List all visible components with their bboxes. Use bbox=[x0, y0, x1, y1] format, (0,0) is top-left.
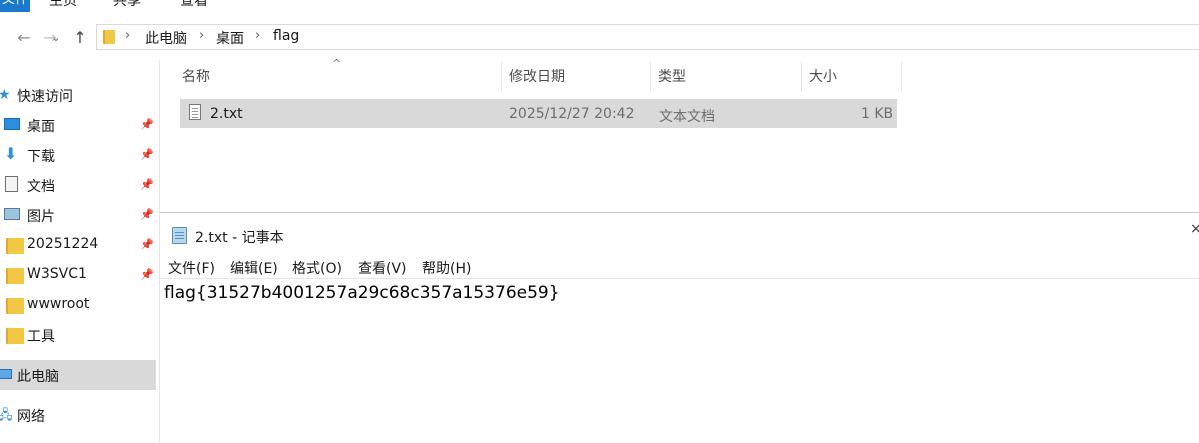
column-divider[interactable] bbox=[650, 62, 651, 92]
recent-dropdown-icon[interactable]: ⌄ bbox=[46, 26, 66, 48]
folder-icon bbox=[6, 268, 24, 284]
menu-file[interactable]: 文件(F) bbox=[168, 258, 215, 278]
notepad-text-area[interactable]: flag{31527b4001257a29c68c357a15376e59} bbox=[160, 278, 1199, 443]
column-divider[interactable] bbox=[501, 62, 502, 92]
sidebar-label: 图片 bbox=[27, 209, 55, 225]
column-divider[interactable] bbox=[901, 62, 902, 92]
pin-icon[interactable]: 📌 bbox=[140, 118, 154, 131]
sidebar-label: 网络 bbox=[17, 409, 45, 425]
pin-icon[interactable]: 📌 bbox=[140, 208, 154, 221]
file-type: 文本文档 bbox=[659, 109, 715, 125]
sort-ascending-icon: ^ bbox=[332, 57, 342, 70]
download-icon: ⬇ bbox=[4, 144, 18, 163]
sidebar-item-pictures[interactable]: 图片 📌 bbox=[0, 201, 156, 229]
sidebar-item-downloads[interactable]: ⬇ 下载 📌 bbox=[0, 141, 156, 169]
chevron-right-icon[interactable]: › bbox=[199, 28, 204, 43]
sidebar-item-documents[interactable]: 文档 📌 bbox=[0, 171, 156, 199]
sidebar-label: 下载 bbox=[27, 149, 55, 165]
menu-edit[interactable]: 编辑(E) bbox=[230, 258, 278, 278]
sidebar-item-20251224[interactable]: 20251224 📌 bbox=[0, 231, 156, 259]
close-icon[interactable]: × bbox=[1190, 221, 1199, 237]
text-file-icon bbox=[189, 104, 201, 120]
sidebar-item-this-pc[interactable]: 此电脑 bbox=[0, 360, 156, 390]
breadcrumb-desktop[interactable]: 桌面 bbox=[216, 28, 244, 48]
notepad-icon bbox=[172, 227, 187, 244]
document-icon bbox=[5, 176, 18, 192]
notepad-window-title: 2.txt - 记事本 bbox=[195, 230, 284, 246]
sidebar-item-desktop[interactable]: 桌面 📌 bbox=[0, 111, 156, 139]
up-arrow-icon[interactable]: ↑ bbox=[70, 26, 90, 48]
file-modified: 2025/12/27 20:42 bbox=[509, 106, 635, 122]
sidebar-label: 快速访问 bbox=[17, 89, 73, 105]
file-name[interactable]: 2.txt bbox=[210, 106, 243, 122]
column-header-modified[interactable]: 修改日期 bbox=[509, 62, 565, 92]
menu-view[interactable]: 查看(V) bbox=[358, 258, 407, 278]
folder-icon bbox=[6, 238, 24, 254]
notepad-menu-bar: 文件(F) 编辑(E) 格式(O) 查看(V) 帮助(H) bbox=[160, 256, 1199, 278]
sidebar-item-wwwroot[interactable]: wwwroot bbox=[0, 291, 156, 319]
pin-icon[interactable]: 📌 bbox=[140, 268, 154, 281]
folder-icon bbox=[6, 298, 24, 314]
sidebar-label: wwwroot bbox=[27, 296, 90, 312]
sidebar-label: 工具 bbox=[27, 329, 55, 345]
back-arrow-icon[interactable]: ← bbox=[14, 26, 34, 48]
sidebar-label: 文档 bbox=[27, 179, 55, 195]
sidebar-item-tools[interactable]: 工具 bbox=[0, 321, 156, 349]
column-header-size[interactable]: 大小 bbox=[809, 62, 837, 92]
menu-help[interactable]: 帮助(H) bbox=[422, 258, 471, 278]
breadcrumb-this-pc[interactable]: 此电脑 bbox=[145, 28, 187, 48]
file-size: 1 KB bbox=[861, 106, 894, 122]
ribbon-tab-home[interactable]: 主页 bbox=[49, 0, 77, 10]
ribbon: 文件 主页 共享 查看 bbox=[0, 0, 1199, 12]
sidebar-quick-access[interactable]: ★ 快速访问 bbox=[0, 81, 156, 109]
pin-icon[interactable]: 📌 bbox=[140, 238, 154, 251]
notepad-title-bar[interactable]: 2.txt - 记事本 × bbox=[160, 212, 1199, 257]
sidebar-item-network[interactable]: 🖧 网络 bbox=[0, 401, 156, 429]
pin-icon[interactable]: 📌 bbox=[140, 148, 154, 161]
notepad-content[interactable]: flag{31527b4001257a29c68c357a15376e59} bbox=[164, 283, 560, 303]
picture-icon bbox=[4, 208, 20, 220]
sidebar-label: 此电脑 bbox=[17, 369, 59, 385]
menu-format[interactable]: 格式(O) bbox=[292, 258, 342, 278]
desktop-icon bbox=[4, 118, 20, 130]
pin-icon[interactable]: 📌 bbox=[140, 178, 154, 191]
address-bar[interactable]: › 此电脑 › 桌面 › flag bbox=[96, 24, 1199, 50]
ribbon-tab-share[interactable]: 共享 bbox=[113, 0, 141, 10]
navigation-pane: ★ 快速访问 桌面 📌 ⬇ 下载 📌 文档 📌 图片 📌 20251224 📌 … bbox=[0, 60, 160, 443]
column-divider[interactable] bbox=[801, 62, 802, 92]
computer-icon bbox=[0, 369, 12, 379]
folder-icon bbox=[6, 328, 24, 344]
chevron-right-icon[interactable]: › bbox=[125, 28, 130, 43]
breadcrumb-flag[interactable]: flag bbox=[273, 28, 299, 44]
ribbon-tab-view[interactable]: 查看 bbox=[180, 0, 208, 10]
network-icon: 🖧 bbox=[0, 408, 13, 423]
sidebar-label: 20251224 bbox=[27, 236, 99, 252]
sidebar-label: 桌面 bbox=[27, 119, 55, 135]
ribbon-file-tab[interactable]: 文件 bbox=[0, 0, 30, 12]
sidebar-item-w3svc1[interactable]: W3SVC1 📌 bbox=[0, 261, 156, 289]
folder-icon bbox=[103, 30, 115, 44]
column-header-type[interactable]: 类型 bbox=[658, 62, 686, 92]
star-icon: ★ bbox=[0, 87, 11, 103]
column-header-name[interactable]: 名称 bbox=[182, 62, 210, 92]
sidebar-label: W3SVC1 bbox=[27, 266, 87, 282]
chevron-right-icon[interactable]: › bbox=[255, 28, 260, 43]
